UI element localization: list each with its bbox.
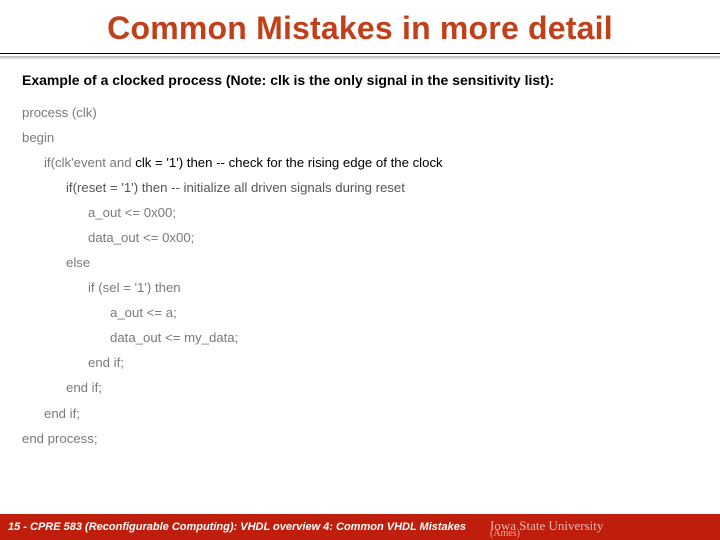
code-line: a_out <= a; [22,300,698,325]
code-line: data_out <= 0x00; [22,225,698,250]
code-text: clk = '1') then [135,155,212,170]
code-line: process (clk) [22,100,698,125]
code-line: if(clk'event and clk = '1') then -- chec… [22,150,698,175]
code-comment: -- check for the rising edge of the cloc… [212,155,442,170]
code-line: data_out <= my_data; [22,325,698,350]
code-line: end process; [22,426,698,451]
footer-left-text: 15 - CPRE 583 (Reconfigurable Computing)… [8,521,466,533]
footer-affiliation: Iowa State University (Ames) [490,518,603,536]
code-line: begin [22,125,698,150]
code-heading: Example of a clocked process (Note: clk … [22,67,698,94]
code-line: end if; [22,350,698,375]
code-line: if(reset = '1') then -- initialize all d… [22,175,698,200]
slide-footer: 15 - CPRE 583 (Reconfigurable Computing)… [0,514,720,540]
code-line: if (sel = '1') then [22,275,698,300]
code-text: if(clk'event and [44,155,135,170]
code-line: end if; [22,401,698,426]
slide: Common Mistakes in more detail Example o… [0,0,720,540]
code-line: else [22,250,698,275]
code-line: end if; [22,375,698,400]
code-block: Example of a clocked process (Note: clk … [0,63,720,451]
slide-title: Common Mistakes in more detail [0,0,720,53]
code-line: a_out <= 0x00; [22,200,698,225]
title-divider [0,53,720,63]
footer-university-sub: (Ames) [490,532,603,536]
